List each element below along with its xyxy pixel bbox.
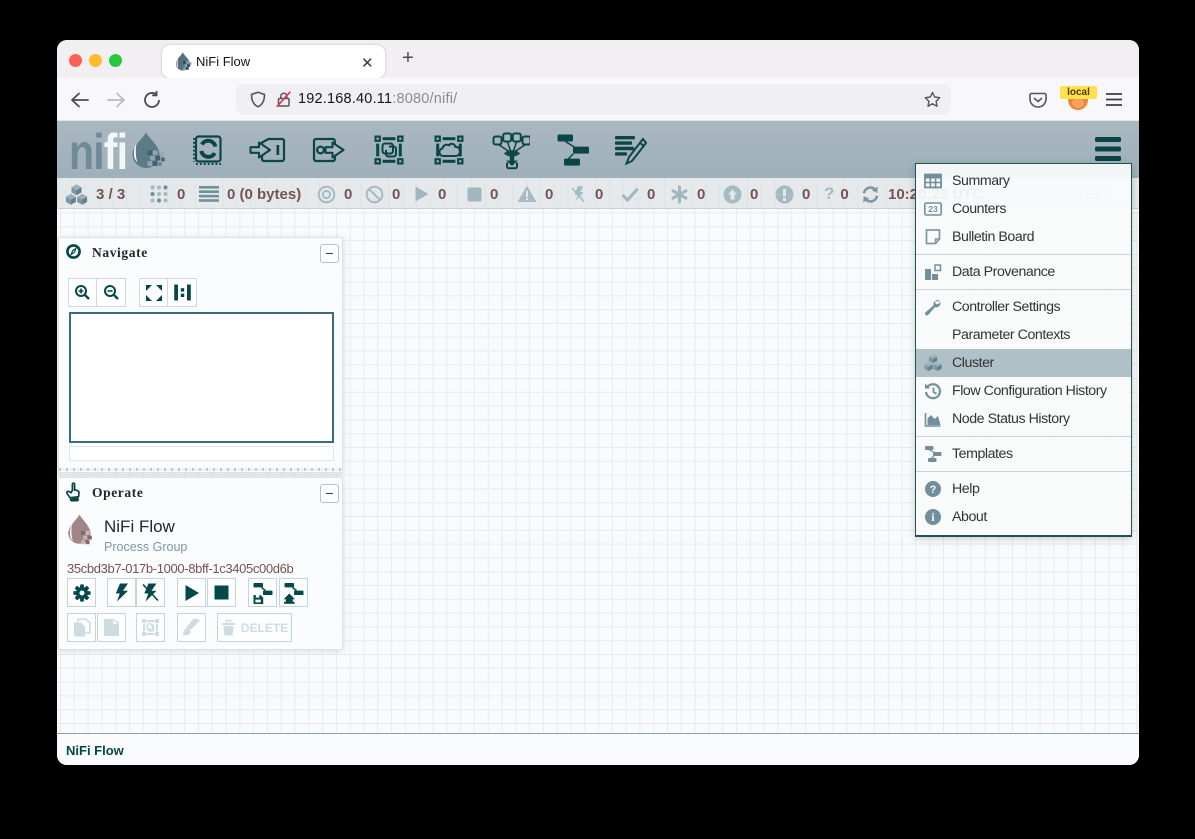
svg-text:?: ? bbox=[930, 484, 937, 496]
svg-text:23: 23 bbox=[928, 204, 938, 214]
